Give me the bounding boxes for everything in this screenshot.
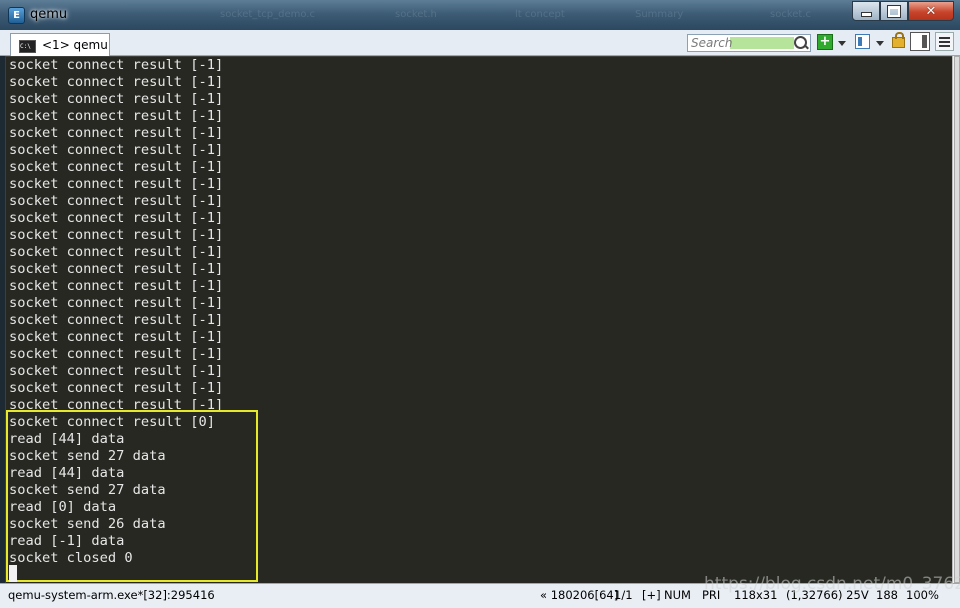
terminal-line: socket connect result [-1] xyxy=(9,91,224,107)
terminal-line: socket connect result [-1] xyxy=(9,108,224,124)
plus-icon: + xyxy=(819,34,831,49)
terminal-line: socket connect result [-1] xyxy=(9,312,224,328)
status-zoom: 100% xyxy=(906,588,939,602)
terminal-line: socket connect result [-1] xyxy=(9,363,224,379)
tab-label: <1> qemu xyxy=(42,38,108,52)
console-icon: C:\ xyxy=(19,40,36,53)
terminal-output[interactable]: socket connect result [-1] socket connect… xyxy=(5,56,954,585)
terminal-line: socket connect result [-1] xyxy=(9,295,224,311)
search-box xyxy=(687,34,811,52)
vertical-scrollbar[interactable] xyxy=(952,56,960,583)
title-bar: E qemu socket_tcp_demo.c socket.h lt con… xyxy=(0,0,960,30)
status-count: 188 xyxy=(876,588,898,602)
background-tab-ghost: Summary xyxy=(635,9,684,20)
status-bar: qemu-system-arm.exe*[32]:295416 « 180206… xyxy=(0,583,960,608)
terminal-line: socket connect result [-1] xyxy=(9,74,224,90)
split-pane-dropdown[interactable] xyxy=(876,41,884,46)
terminal-line: socket connect result [-1] xyxy=(9,176,224,192)
lock-icon[interactable] xyxy=(892,32,905,48)
window-controls: ✕ xyxy=(852,1,954,21)
terminal-line: socket connect result [-1] xyxy=(9,244,224,260)
new-console-button[interactable]: + xyxy=(817,34,833,50)
terminal-line: socket connect result [-1] xyxy=(9,142,224,158)
new-console-dropdown[interactable] xyxy=(838,41,846,46)
status-plus: [+] xyxy=(642,588,661,602)
text-cursor xyxy=(9,565,17,582)
minimize-button[interactable] xyxy=(852,1,880,21)
terminal-line: socket connect result [-1] xyxy=(9,346,224,362)
status-process: qemu-system-arm.exe*[32]:295416 xyxy=(8,588,215,602)
maximize-button[interactable] xyxy=(880,1,908,21)
terminal-line: socket connect result [-1] xyxy=(9,125,224,141)
terminal-line: socket connect result [-1] xyxy=(9,227,224,243)
background-tab-ghost: socket.c xyxy=(770,9,812,20)
terminal-line: socket connect result [-1] xyxy=(9,210,224,226)
search-input[interactable] xyxy=(689,35,793,51)
search-icon[interactable] xyxy=(794,36,807,49)
background-tab-ghost: lt concept xyxy=(515,9,565,20)
tab-toolbar: C:\ <1> qemu + xyxy=(0,30,960,56)
background-tab-ghost: socket_tcp_demo.c xyxy=(220,9,315,20)
status-num: NUM xyxy=(664,588,691,602)
app-icon: E xyxy=(8,7,25,24)
minimize-icon xyxy=(860,12,872,17)
status-pri: PRI xyxy=(702,588,721,602)
tab-qemu[interactable]: C:\ <1> qemu xyxy=(10,33,110,56)
status-size: 118x31 xyxy=(734,588,778,602)
terminal-line: socket connect result [-1] xyxy=(9,57,224,73)
terminal-line: socket connect result [-1] xyxy=(9,329,224,345)
status-position: « 180206[64] xyxy=(540,588,619,602)
terminal-line: socket connect result [-1] xyxy=(9,261,224,277)
split-pane-icon[interactable] xyxy=(855,34,870,49)
scrollbar-thumb[interactable] xyxy=(954,56,960,583)
window-title: qemu xyxy=(30,7,68,22)
menu-icon[interactable] xyxy=(935,32,954,51)
background-tab-ghost: socket.h xyxy=(395,9,437,20)
terminal-line: socket connect result [-1] xyxy=(9,380,224,396)
terminal-line: socket connect result [-1] xyxy=(9,193,224,209)
maximize-icon xyxy=(887,4,901,18)
status-coord: (1,32766) 25V xyxy=(786,588,869,602)
terminal-line: socket connect result [-1] xyxy=(9,159,224,175)
status-page: 1/1 xyxy=(614,588,633,602)
close-button[interactable]: ✕ xyxy=(908,1,954,21)
panel-toggle-icon[interactable] xyxy=(910,32,930,51)
close-icon: ✕ xyxy=(925,3,937,19)
terminal-line: socket connect result [-1] xyxy=(9,278,224,294)
highlight-box xyxy=(6,410,258,582)
